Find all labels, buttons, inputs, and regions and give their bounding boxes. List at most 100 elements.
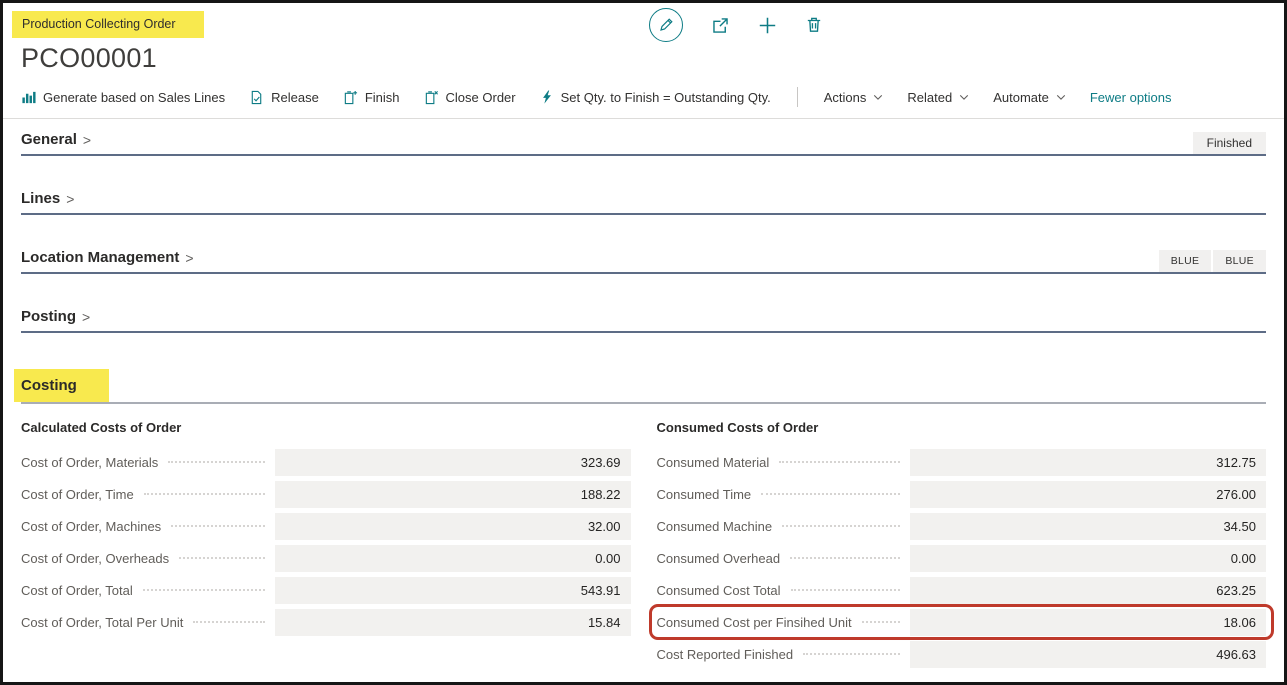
dotted-leader <box>791 589 900 591</box>
field-value[interactable]: 496.63 <box>910 641 1266 668</box>
add-button[interactable] <box>758 16 777 35</box>
chevron-right-icon: > <box>83 132 91 148</box>
section-lines-toggle[interactable]: Lines > <box>21 190 74 213</box>
field-row-consumed-material: Consumed Material 312.75 <box>657 448 1267 476</box>
section-general-toggle[interactable]: General > <box>21 131 91 154</box>
dotted-leader <box>862 621 900 623</box>
section-location-management-toggle[interactable]: Location Management > <box>21 249 194 272</box>
field-row-consumed-cost-total: Consumed Cost Total 623.25 <box>657 576 1267 604</box>
close-order-button[interactable]: Close Order <box>424 90 516 105</box>
menu-label: Related <box>907 90 952 105</box>
field-row-consumed-machine: Consumed Machine 34.50 <box>657 512 1267 540</box>
dotted-leader <box>761 493 900 495</box>
automate-menu[interactable]: Automate <box>993 90 1066 105</box>
section-location-management: Location Management > BLUE BLUE <box>21 249 1266 274</box>
chevron-down-icon <box>959 92 969 102</box>
page-caption: Production Collecting Order <box>12 11 204 38</box>
field-value[interactable]: 543.91 <box>275 577 631 604</box>
section-costing[interactable]: Costing <box>21 369 1266 404</box>
status-badge: Finished <box>1193 132 1266 154</box>
page-title: PCO00001 <box>21 43 1266 74</box>
dotted-leader <box>779 461 900 463</box>
field-label: Consumed Time <box>657 487 752 502</box>
field-label: Cost of Order, Total <box>21 583 133 598</box>
toolbar-divider <box>797 87 798 107</box>
chevron-right-icon: > <box>82 309 90 325</box>
field-value[interactable]: 276.00 <box>910 481 1266 508</box>
field-label: Consumed Material <box>657 455 770 470</box>
dotted-leader <box>171 525 264 527</box>
section-posting: Posting > <box>21 308 1266 333</box>
generate-based-on-sales-lines-button[interactable]: Generate based on Sales Lines <box>21 90 225 105</box>
document-check-icon <box>249 90 264 105</box>
chevron-down-icon <box>1056 92 1066 102</box>
dotted-leader <box>144 493 265 495</box>
field-value[interactable]: 188.22 <box>275 481 631 508</box>
set-qty-to-finish-button[interactable]: Set Qty. to Finish = Outstanding Qty. <box>540 90 771 105</box>
dotted-leader <box>790 557 900 559</box>
field-value[interactable]: 18.06 <box>910 609 1266 636</box>
field-row-cost-reported-finished: Cost Reported Finished 496.63 <box>657 640 1267 668</box>
field-value[interactable]: 0.00 <box>275 545 631 572</box>
section-summary-badges: BLUE BLUE <box>1159 250 1266 272</box>
field-label: Consumed Overhead <box>657 551 781 566</box>
field-value[interactable]: 323.69 <box>275 449 631 476</box>
bar-chart-icon <box>21 90 36 105</box>
related-menu[interactable]: Related <box>907 90 969 105</box>
field-value[interactable]: 34.50 <box>910 513 1266 540</box>
column-header: Consumed Costs of Order <box>657 420 1267 435</box>
calculated-costs-column: Calculated Costs of Order Cost of Order,… <box>21 420 631 672</box>
section-label: General <box>21 131 77 148</box>
dotted-leader <box>143 589 265 591</box>
field-row-cost-total: Cost of Order, Total 543.91 <box>21 576 631 604</box>
field-row-cost-materials: Cost of Order, Materials 323.69 <box>21 448 631 476</box>
field-label: Cost of Order, Materials <box>21 455 158 470</box>
button-label: Set Qty. to Finish = Outstanding Qty. <box>561 90 771 105</box>
dotted-leader <box>179 557 264 559</box>
consumed-costs-column: Consumed Costs of Order Consumed Materia… <box>657 420 1267 672</box>
finish-button[interactable]: Finish <box>343 90 400 105</box>
location-badge: BLUE <box>1159 250 1212 272</box>
field-value[interactable]: 0.00 <box>910 545 1266 572</box>
actions-menu[interactable]: Actions <box>824 90 884 105</box>
trash-icon <box>805 16 823 34</box>
field-value[interactable]: 32.00 <box>275 513 631 540</box>
section-label: Location Management <box>21 249 179 266</box>
section-label: Lines <box>21 190 60 207</box>
section-label: Posting <box>21 308 76 325</box>
section-posting-toggle[interactable]: Posting > <box>21 308 90 331</box>
field-row-cost-overheads: Cost of Order, Overheads 0.00 <box>21 544 631 572</box>
field-label: Cost of Order, Total Per Unit <box>21 615 183 630</box>
chevron-right-icon: > <box>66 191 74 207</box>
section-general: General > Finished <box>21 131 1266 156</box>
field-label: Cost Reported Finished <box>657 647 794 662</box>
share-icon <box>711 16 730 35</box>
release-button[interactable]: Release <box>249 90 319 105</box>
location-badge: BLUE <box>1213 250 1266 272</box>
button-label: Close Order <box>446 90 516 105</box>
menu-label: Automate <box>993 90 1049 105</box>
field-value[interactable]: 15.84 <box>275 609 631 636</box>
delete-button[interactable] <box>805 16 823 34</box>
plus-icon <box>758 16 777 35</box>
action-bar: Generate based on Sales Lines Release Fi… <box>3 76 1284 119</box>
section-lines: Lines > <box>21 190 1266 215</box>
button-label: Generate based on Sales Lines <box>43 90 225 105</box>
field-value[interactable]: 623.25 <box>910 577 1266 604</box>
fewer-options-link[interactable]: Fewer options <box>1090 90 1172 105</box>
field-value[interactable]: 312.75 <box>910 449 1266 476</box>
clipboard-plus-icon <box>343 90 358 105</box>
field-label: Consumed Cost Total <box>657 583 781 598</box>
chevron-down-icon <box>873 92 883 102</box>
page-action-icons <box>649 8 823 42</box>
field-row-consumed-overhead: Consumed Overhead 0.00 <box>657 544 1267 572</box>
section-summary-badges: Finished <box>1193 132 1266 154</box>
share-button[interactable] <box>711 16 730 35</box>
field-label: Cost of Order, Machines <box>21 519 161 534</box>
field-row-cost-time: Cost of Order, Time 188.22 <box>21 480 631 508</box>
button-label: Finish <box>365 90 400 105</box>
page-content: General > Finished Lines > Location Mana… <box>3 119 1284 672</box>
dotted-leader <box>803 653 900 655</box>
edit-button[interactable] <box>649 8 683 42</box>
section-costing-label: Costing <box>14 369 109 402</box>
